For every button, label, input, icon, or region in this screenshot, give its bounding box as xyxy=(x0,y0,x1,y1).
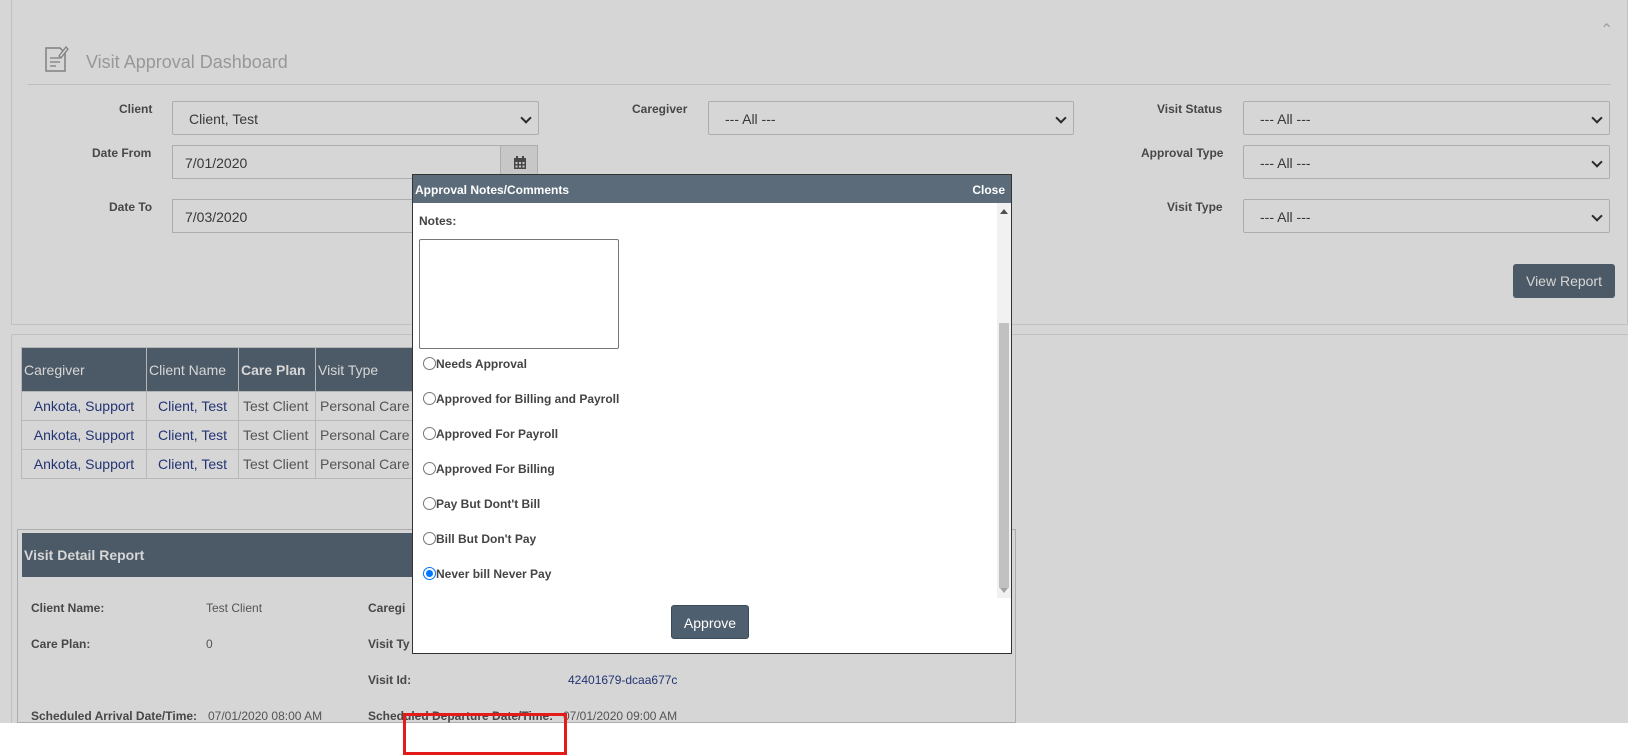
radio-label: Pay But Dont't Bill xyxy=(436,497,541,511)
radio-approved-payroll[interactable]: Approved For Payroll xyxy=(423,427,558,443)
approval-notes-modal: Approval Notes/Comments Close Notes: Nee… xyxy=(403,174,1012,755)
modal-header: Approval Notes/Comments Close xyxy=(413,175,1011,203)
radio-label: Bill But Don't Pay xyxy=(436,532,537,546)
modal-scrollbar[interactable] xyxy=(997,203,1011,598)
radio-button[interactable] xyxy=(423,392,436,405)
radio-needs-approval[interactable]: Needs Approval xyxy=(423,357,527,373)
radio-pay-dont-bill[interactable]: Pay But Dont't Bill xyxy=(423,497,540,513)
radio-label: Approved For Billing xyxy=(436,462,555,476)
radio-button[interactable] xyxy=(423,427,436,440)
approve-button[interactable]: Approve xyxy=(671,605,749,639)
modal-body: Notes: Needs Approval Approved for Billi… xyxy=(413,203,1011,598)
scroll-down-arrow-icon[interactable] xyxy=(1000,588,1008,593)
radio-label: Approved For Payroll xyxy=(436,427,559,441)
radio-button[interactable] xyxy=(423,497,436,510)
radio-bill-dont-pay[interactable]: Bill But Don't Pay xyxy=(423,532,536,548)
scroll-thumb[interactable] xyxy=(999,323,1009,588)
selection-highlight-box xyxy=(403,713,567,755)
radio-button-selected[interactable] xyxy=(423,567,436,580)
notes-textarea[interactable] xyxy=(419,239,619,349)
radio-label: Approved for Billing and Payroll xyxy=(436,392,620,406)
radio-button[interactable] xyxy=(423,532,436,545)
radio-approved-billing-payroll[interactable]: Approved for Billing and Payroll xyxy=(423,392,619,408)
close-button[interactable]: Close xyxy=(972,183,1005,197)
radio-label: Never bill Never Pay xyxy=(436,567,552,581)
radio-never-bill-never-pay[interactable]: Never bill Never Pay xyxy=(423,567,551,583)
radio-label: Needs Approval xyxy=(436,357,527,371)
radio-button[interactable] xyxy=(423,462,436,475)
radio-button[interactable] xyxy=(423,357,436,370)
notes-label: Notes: xyxy=(419,214,457,228)
scroll-up-arrow-icon[interactable] xyxy=(1000,209,1008,214)
radio-approved-billing[interactable]: Approved For Billing xyxy=(423,462,555,478)
modal-title: Approval Notes/Comments xyxy=(415,183,570,197)
